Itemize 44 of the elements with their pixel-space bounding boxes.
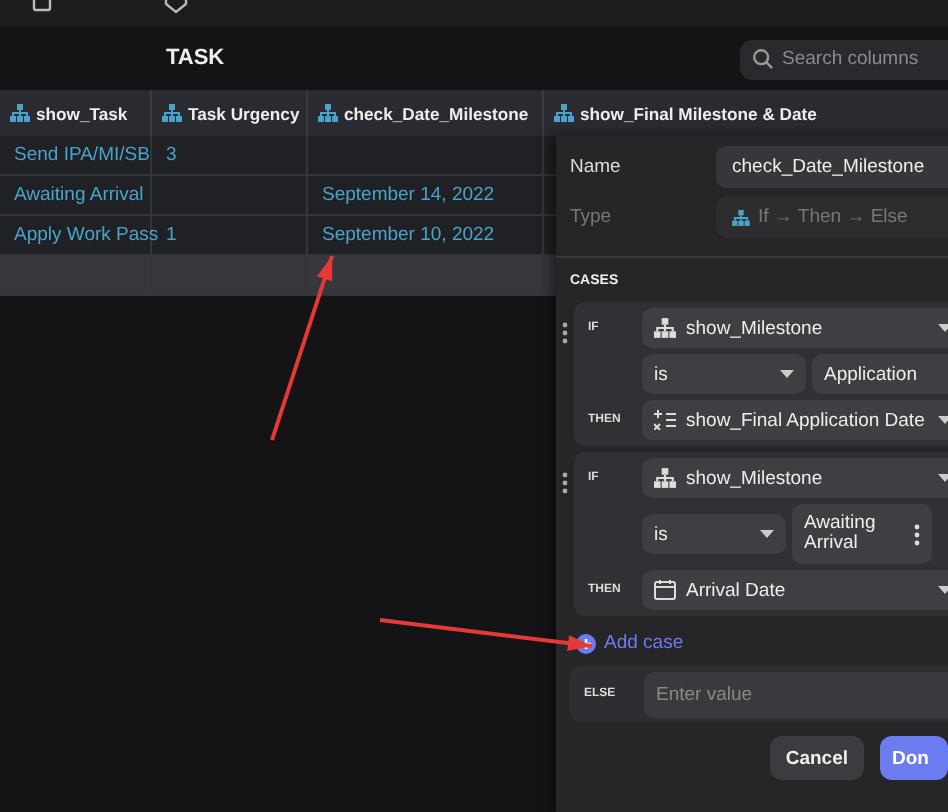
formula-icon (654, 410, 676, 430)
column-dropdown[interactable]: show_Milestone (642, 458, 948, 498)
kebab-menu-icon[interactable] (914, 523, 920, 545)
hierarchy-icon (654, 318, 676, 338)
hierarchy-icon (554, 104, 574, 122)
operator-dropdown[interactable]: is (642, 514, 786, 554)
type-field: If → Then → Else (716, 196, 948, 238)
table-cell: September 14, 2022 (322, 184, 495, 206)
value-field[interactable]: Application (812, 354, 948, 394)
name-label: Name (570, 156, 623, 178)
caret-icon (938, 586, 948, 594)
name-field[interactable]: check_Date_Milestone (716, 146, 948, 188)
column-dropdown[interactable]: show_Milestone (642, 308, 948, 348)
hierarchy-icon (10, 104, 30, 122)
caret-icon (938, 416, 948, 424)
table-cell: 1 (166, 224, 177, 246)
hierarchy-icon (654, 468, 676, 488)
caret-icon (760, 530, 774, 538)
caret-icon (938, 324, 948, 332)
table-cell: Apply Work Pass (14, 224, 159, 246)
value-field[interactable]: Awaiting Arrival (792, 504, 932, 564)
table-title: TASK (166, 46, 225, 70)
hierarchy-icon (318, 104, 338, 122)
type-label: Type (570, 206, 614, 228)
table-cell: September 10, 2022 (322, 224, 495, 246)
calendar-icon (654, 580, 676, 600)
hierarchy-icon (162, 104, 182, 122)
caret-icon (938, 474, 948, 482)
column-header[interactable]: show_Final Milestone & Date (544, 90, 948, 136)
operator-dropdown[interactable]: is (642, 354, 806, 394)
search-icon (752, 47, 774, 69)
table-cell: 3 (166, 144, 177, 166)
done-button[interactable]: Don (880, 736, 948, 780)
drag-handle-icon[interactable] (562, 472, 568, 494)
result-dropdown[interactable]: Arrival Date (642, 570, 948, 610)
search-field[interactable]: Search columns (740, 39, 948, 79)
result-dropdown[interactable]: show_Final Application Date (642, 400, 948, 440)
else-value-field[interactable]: Enter value (644, 671, 948, 717)
caret-icon (780, 370, 794, 378)
table-cell: Send IPA/MI/SB (14, 144, 150, 166)
table-cell: Awaiting Arrival (14, 184, 144, 206)
hierarchy-icon (732, 209, 750, 225)
cancel-button[interactable]: Cancel (769, 736, 864, 780)
drag-handle-icon[interactable] (562, 322, 568, 344)
